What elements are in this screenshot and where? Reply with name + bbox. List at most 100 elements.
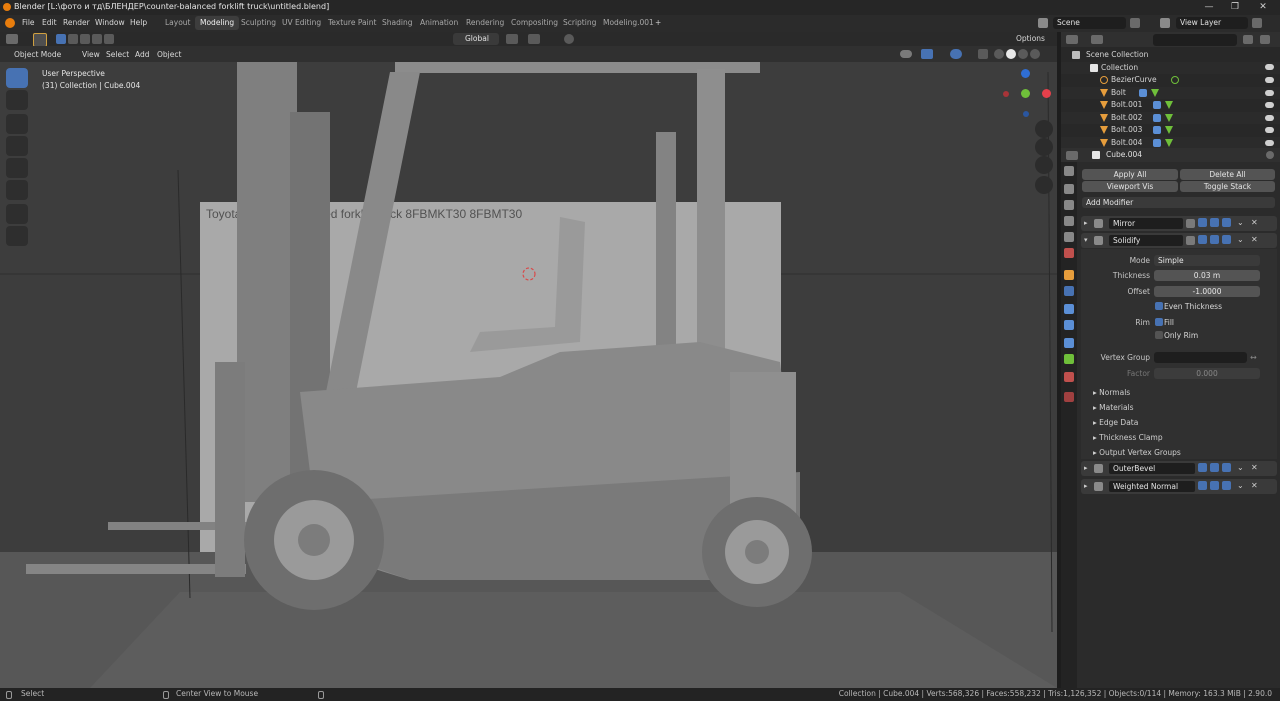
particles-tab-icon[interactable] xyxy=(1064,304,1074,314)
delete-all-button[interactable]: Delete All xyxy=(1180,169,1275,180)
gizmo-neg-z-icon[interactable] xyxy=(1023,111,1029,117)
modifier-remove-icon[interactable]: ✕ xyxy=(1251,463,1258,472)
world-tab-icon[interactable] xyxy=(1064,248,1074,258)
modifier-outerbevel[interactable]: ▸ OuterBevel ⌄ ✕ xyxy=(1081,461,1277,476)
expand-arrow-icon[interactable]: ▸ xyxy=(1084,482,1088,490)
thickness-clamp-subpanel[interactable]: ▸ Thickness Clamp xyxy=(1093,433,1163,442)
modifier-viewport-icon[interactable] xyxy=(1210,481,1219,490)
modifier-render-icon[interactable] xyxy=(1222,218,1231,227)
cursor-tool[interactable] xyxy=(6,90,28,110)
output-tab-icon[interactable] xyxy=(1064,200,1074,210)
expand-arrow-icon[interactable]: ▾ xyxy=(1084,236,1088,244)
scale-tool[interactable] xyxy=(6,158,28,178)
rotate-tool[interactable] xyxy=(6,136,28,156)
view-layer-selector[interactable]: View Layer xyxy=(1176,17,1248,29)
outliner-editor-icon[interactable] xyxy=(1066,35,1078,44)
normals-subpanel[interactable]: ▸ Normals xyxy=(1093,388,1130,397)
scene-icon[interactable] xyxy=(1038,18,1048,28)
select-mode-extend-icon[interactable] xyxy=(68,34,78,44)
modifier-render-icon[interactable] xyxy=(1222,235,1231,244)
eye-icon[interactable] xyxy=(1265,139,1274,146)
measure-tool[interactable] xyxy=(6,226,28,246)
modifier-menu-icon[interactable]: ⌄ xyxy=(1237,463,1244,472)
constraints-tab-icon[interactable] xyxy=(1064,338,1074,348)
modifier-name-field[interactable]: OuterBevel xyxy=(1109,463,1195,474)
physics-tab-icon[interactable] xyxy=(1064,320,1074,330)
menu-render[interactable]: Render xyxy=(63,18,90,27)
select-mode-new-icon[interactable] xyxy=(56,34,66,44)
modifier-cage-icon[interactable] xyxy=(1198,218,1207,227)
modifier-menu-icon[interactable]: ⌄ xyxy=(1237,218,1244,227)
object-mode-dropdown[interactable]: Object Mode xyxy=(14,50,61,59)
shading-material-icon[interactable] xyxy=(1018,49,1028,59)
fill-checkbox[interactable] xyxy=(1155,318,1163,326)
properties-editor-icon[interactable] xyxy=(1066,151,1078,160)
outliner-search-input[interactable] xyxy=(1153,34,1237,46)
shading-solid-icon[interactable] xyxy=(1006,49,1016,59)
navigation-gizmo[interactable] xyxy=(1000,66,1054,120)
tab-scripting[interactable]: Scripting xyxy=(558,16,601,30)
add-modifier-dropdown[interactable]: Add Modifier xyxy=(1082,197,1275,208)
transform-tool[interactable] xyxy=(6,180,28,200)
select-mode-intersect-icon[interactable] xyxy=(104,34,114,44)
close-button[interactable]: ✕ xyxy=(1250,0,1276,15)
materials-subpanel[interactable]: ▸ Materials xyxy=(1093,403,1134,412)
pivot-icon[interactable] xyxy=(506,34,518,44)
camera-view-icon[interactable] xyxy=(1035,156,1053,174)
add-workspace-button[interactable]: + xyxy=(650,16,666,30)
modifier-menu-icon[interactable]: ⌄ xyxy=(1237,481,1244,490)
expand-arrow-icon[interactable]: ▸ xyxy=(1084,464,1088,472)
snap-icon[interactable] xyxy=(528,34,540,44)
tab-texture-paint[interactable]: Texture Paint xyxy=(323,16,381,30)
annotate-tool[interactable] xyxy=(6,204,28,224)
move-tool[interactable] xyxy=(6,114,28,134)
new-collection-icon[interactable] xyxy=(1260,35,1270,44)
even-thickness-checkbox[interactable] xyxy=(1155,302,1163,310)
modifier-cage-icon[interactable] xyxy=(1198,481,1207,490)
tab-sculpting[interactable]: Sculpting xyxy=(236,16,281,30)
edge-data-subpanel[interactable]: ▸ Edge Data xyxy=(1093,418,1138,427)
outliner-row[interactable]: Scene Collection xyxy=(1061,49,1280,62)
perspective-toggle-icon[interactable] xyxy=(1035,176,1053,194)
modifier-name-field[interactable]: Mirror xyxy=(1109,218,1183,229)
apply-all-button[interactable]: Apply All xyxy=(1082,169,1178,180)
eye-icon[interactable] xyxy=(1265,77,1274,83)
filter-icon[interactable] xyxy=(1243,35,1253,44)
options-dropdown[interactable]: Options xyxy=(1016,34,1045,43)
modifier-remove-icon[interactable]: ✕ xyxy=(1251,218,1258,227)
menu-select[interactable]: Select xyxy=(106,50,129,59)
modifier-weighted-normal[interactable]: ▸ Weighted Normal ⌄ ✕ xyxy=(1081,479,1277,494)
menu-add[interactable]: Add xyxy=(135,50,150,59)
viewport-scene[interactable]: Toyota counter-balanced forklift truck 8… xyxy=(0,32,1057,688)
visibility-icon[interactable] xyxy=(900,50,912,58)
menu-edit[interactable]: Edit xyxy=(42,18,57,27)
modifier-viewport-icon[interactable] xyxy=(1210,235,1219,244)
modifier-tab-icon[interactable] xyxy=(1064,286,1074,296)
menu-object[interactable]: Object xyxy=(157,50,181,59)
outliner-row[interactable]: Bolt.001 xyxy=(1061,99,1280,112)
gizmo-neg-x-icon[interactable] xyxy=(1003,91,1009,97)
tab-compositing[interactable]: Compositing xyxy=(506,16,563,30)
view-layer-tab-icon[interactable] xyxy=(1064,216,1074,226)
outliner-row[interactable]: Bolt.002 xyxy=(1061,111,1280,124)
modifier-solidify[interactable]: ▾ Solidify ⌄ ✕ xyxy=(1081,233,1277,248)
proportional-edit-icon[interactable] xyxy=(564,34,574,44)
tab-rendering[interactable]: Rendering xyxy=(461,16,509,30)
maximize-button[interactable]: ❐ xyxy=(1222,0,1248,15)
output-vertex-groups-subpanel[interactable]: ▸ Output Vertex Groups xyxy=(1093,448,1181,457)
texture-tab-icon[interactable] xyxy=(1064,392,1074,402)
shading-rendered-icon[interactable] xyxy=(1030,49,1040,59)
modifier-viewport-icon[interactable] xyxy=(1210,218,1219,227)
outliner-row[interactable]: Bolt.003 xyxy=(1061,124,1280,137)
select-mode-subtract-icon[interactable] xyxy=(80,34,90,44)
material-tab-icon[interactable] xyxy=(1064,372,1074,382)
new-view-layer-icon[interactable] xyxy=(1252,18,1262,28)
3d-viewport[interactable]: Toyota counter-balanced forklift truck 8… xyxy=(0,32,1057,688)
pin-icon[interactable] xyxy=(1266,151,1274,159)
select-mode-invert-icon[interactable] xyxy=(92,34,102,44)
modifier-cage-icon[interactable] xyxy=(1198,235,1207,244)
eye-icon[interactable] xyxy=(1265,114,1274,121)
editor-type-icon[interactable] xyxy=(6,34,18,44)
modifier-name-field[interactable]: Solidify xyxy=(1109,235,1183,246)
new-scene-icon[interactable] xyxy=(1130,18,1140,28)
